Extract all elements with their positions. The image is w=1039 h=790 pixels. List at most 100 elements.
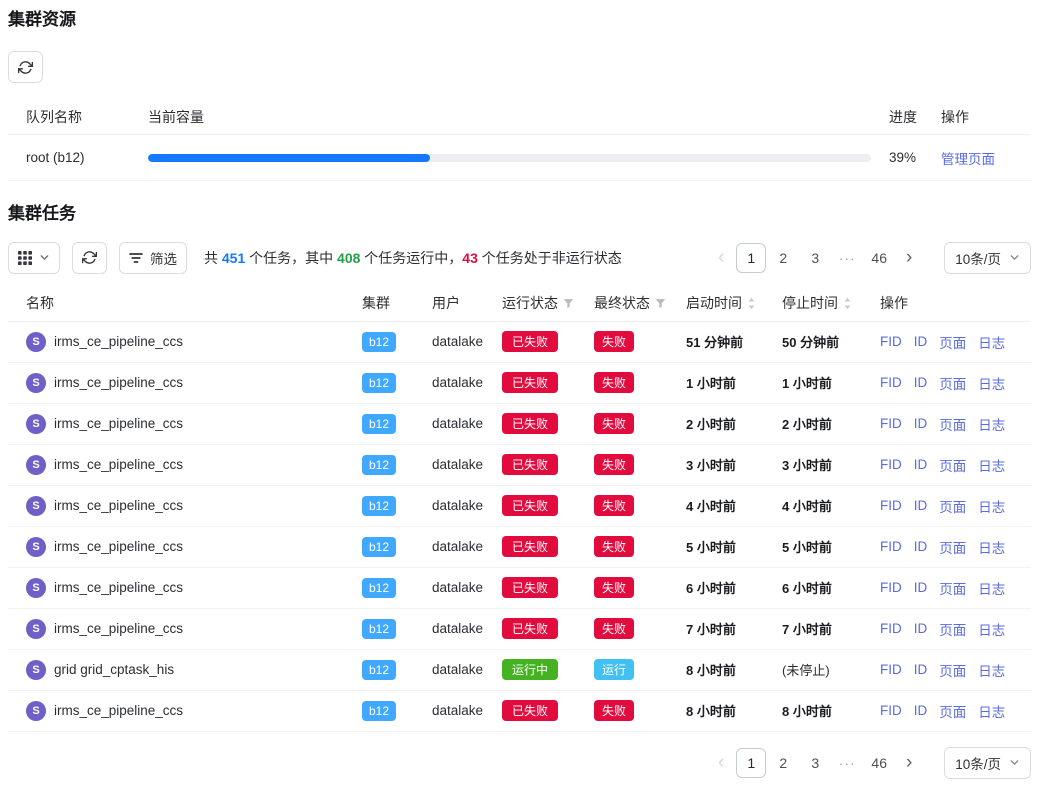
row-action-link[interactable]: ID (914, 580, 928, 595)
pagination-page[interactable]: 1 (736, 748, 766, 778)
row-action-link[interactable]: 页面 (939, 660, 966, 680)
page-size-label: 10条/页 (955, 753, 1001, 773)
row-action-link[interactable]: 页面 (939, 619, 966, 639)
page-size-select[interactable]: 10条/页 (944, 747, 1031, 779)
row-action-link[interactable]: 日志 (978, 455, 1005, 475)
row-action-link[interactable]: FID (880, 457, 902, 472)
row-action-link[interactable]: FID (880, 580, 902, 595)
row-action-link[interactable]: FID (880, 375, 902, 390)
row-action-link[interactable]: 页面 (939, 414, 966, 434)
row-action-link[interactable]: 日志 (978, 701, 1005, 721)
task-user: datalake (432, 580, 502, 595)
row-action-link[interactable]: FID (880, 416, 902, 431)
row-action-link[interactable]: ID (914, 539, 928, 554)
pagination-page[interactable]: 46 (864, 243, 894, 273)
filter-button[interactable]: 筛选 (119, 242, 187, 274)
row-action-link[interactable]: 日志 (978, 619, 1005, 639)
task-name: irms_ce_pipeline_ccs (54, 416, 183, 431)
row-action-link[interactable]: 页面 (939, 578, 966, 598)
column-header-cluster: 集群 (362, 293, 432, 313)
pagination-page[interactable]: 3 (800, 748, 830, 778)
summary-segment: 451 (222, 250, 245, 266)
row-action-link[interactable]: FID (880, 662, 902, 677)
task-row: S irms_ce_pipeline_ccs b12 datalake 已失败 … (8, 322, 1031, 363)
row-action-link[interactable]: 页面 (939, 455, 966, 475)
manage-page-link[interactable]: 管理页面 (941, 152, 995, 167)
pagination-page[interactable]: 3 (800, 243, 830, 273)
row-action-link[interactable]: 日志 (978, 578, 1005, 598)
cluster-badge: b12 (362, 414, 396, 434)
row-action-link[interactable]: 日志 (978, 373, 1005, 393)
tasks-table-header: 名称 集群 用户 运行状态 最终状态 启动时间 (8, 286, 1031, 322)
pagination-ellipsis: ··· (832, 243, 862, 273)
row-action-link[interactable]: 页面 (939, 701, 966, 721)
summary-segment: 43 (462, 250, 478, 266)
tasks-toolbar: 筛选 共 451 个任务，其中 408 个任务运行中，43 个任务处于非运行状态… (8, 242, 1031, 274)
final-status-badge: 失败 (594, 331, 634, 352)
row-action-link[interactable]: ID (914, 498, 928, 513)
row-action-link[interactable]: 日志 (978, 496, 1005, 516)
sort-icon[interactable] (747, 297, 756, 310)
row-action-link[interactable]: ID (914, 416, 928, 431)
filter-lines-icon (129, 252, 143, 264)
row-action-link[interactable]: ID (914, 662, 928, 677)
final-status-badge: 失败 (594, 372, 634, 393)
page-size-select[interactable]: 10条/页 (944, 242, 1031, 274)
pagination-page[interactable]: 2 (768, 748, 798, 778)
stop-time: 1 小时前 (782, 373, 880, 392)
sort-icon[interactable] (843, 297, 852, 310)
row-actions: FID ID 页面日志 (880, 373, 1023, 393)
final-status-badge: 失败 (594, 618, 634, 639)
row-actions: FID ID 页面日志 (880, 578, 1023, 598)
tasks-refresh-button[interactable] (72, 242, 107, 274)
layout-menu-button[interactable] (8, 242, 60, 274)
task-name: irms_ce_pipeline_ccs (54, 498, 183, 513)
pagination-page[interactable]: 2 (768, 243, 798, 273)
pagination-page[interactable]: 46 (864, 748, 894, 778)
row-action-link[interactable]: 日志 (978, 537, 1005, 557)
pagination-prev-icon[interactable]: ‹ (708, 748, 734, 778)
row-action-link[interactable]: FID (880, 703, 902, 718)
filter-icon[interactable] (655, 298, 666, 309)
row-action-link[interactable]: ID (914, 621, 928, 636)
filter-icon[interactable] (563, 298, 574, 309)
row-action-link[interactable]: 日志 (978, 414, 1005, 434)
row-action-link[interactable]: 页面 (939, 373, 966, 393)
chevron-down-icon (39, 252, 50, 263)
task-row: S irms_ce_pipeline_ccs b12 datalake 已失败 … (8, 527, 1031, 568)
pagination-page[interactable]: 1 (736, 243, 766, 273)
row-action-link[interactable]: 页面 (939, 537, 966, 557)
resources-section-title: 集群资源 (8, 10, 1031, 30)
column-header-capacity: 当前容量 (148, 107, 889, 127)
start-time: 7 小时前 (686, 619, 782, 638)
row-action-link[interactable]: 页面 (939, 496, 966, 516)
refresh-icon (18, 60, 33, 75)
column-header-actions: 操作 (941, 107, 1023, 127)
column-label: 最终状态 (594, 293, 650, 313)
row-action-link[interactable]: ID (914, 334, 928, 349)
task-row: S irms_ce_pipeline_ccs b12 datalake 已失败 … (8, 609, 1031, 650)
column-label: 运行状态 (502, 293, 558, 313)
pagination-prev-icon[interactable]: ‹ (708, 243, 734, 273)
pagination-next-icon[interactable]: › (896, 243, 922, 273)
row-action-link[interactable]: 日志 (978, 660, 1005, 680)
row-action-link[interactable]: FID (880, 334, 902, 349)
row-action-link[interactable]: FID (880, 498, 902, 513)
row-action-link[interactable]: ID (914, 375, 928, 390)
resources-refresh-button[interactable] (8, 51, 43, 83)
row-action-link[interactable]: ID (914, 703, 928, 718)
row-action-link[interactable]: ID (914, 457, 928, 472)
pagination: ‹123···46› (708, 748, 922, 778)
pagination-next-icon[interactable]: › (896, 748, 922, 778)
resources-table-header: 队列名称 当前容量 进度 操作 (8, 99, 1031, 135)
row-action-link[interactable]: 页面 (939, 332, 966, 352)
tasks-table: 名称 集群 用户 运行状态 最终状态 启动时间 (8, 286, 1031, 732)
row-action-link[interactable]: FID (880, 539, 902, 554)
summary-segment: 个任务运行中， (360, 250, 462, 266)
row-action-link[interactable]: 日志 (978, 332, 1005, 352)
row-action-link[interactable]: FID (880, 621, 902, 636)
cluster-badge: b12 (362, 660, 396, 680)
row-actions: FID ID 页面日志 (880, 414, 1023, 434)
pagination-area: ‹123···46› 10条/页 (708, 242, 1031, 274)
chevron-down-icon (1009, 757, 1020, 768)
